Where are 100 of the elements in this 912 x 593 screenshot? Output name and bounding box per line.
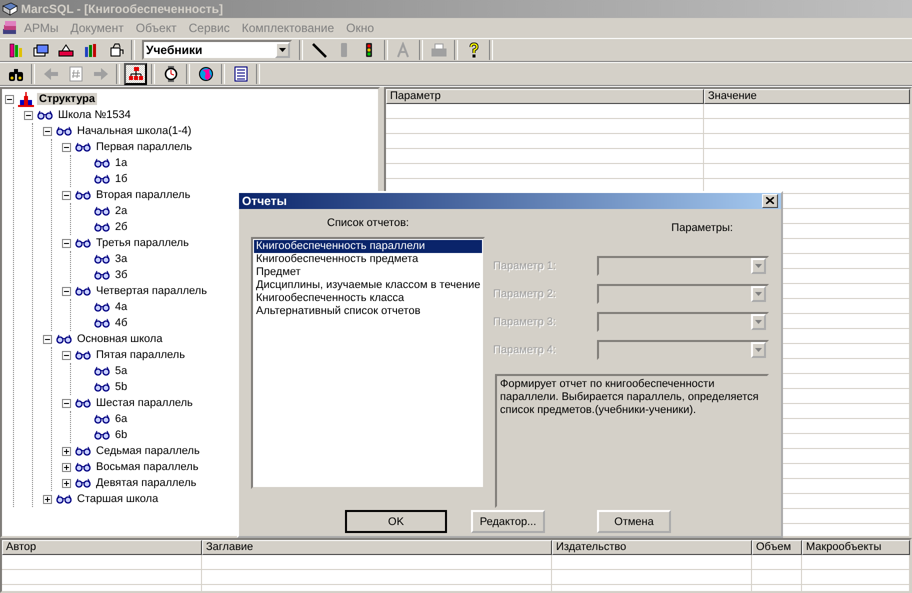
binoculars-icon [8,66,24,82]
column-header[interactable]: Заглавие [202,540,552,555]
font-icon [396,42,412,58]
column-header[interactable]: Значение [704,89,910,104]
collapse-icon[interactable] [62,238,71,248]
tree-item[interactable]: Четвертая параллель [94,285,209,297]
glasses-icon [75,446,91,456]
list-item[interactable]: Книгообеспеченность предмета [254,252,482,266]
app-icon [2,2,18,16]
list-item[interactable]: Книгообеспеченность класса [254,292,482,305]
collapse-icon[interactable] [24,110,33,120]
tree-item[interactable]: Пятая параллель [94,349,187,361]
glasses-icon [56,494,72,504]
collapse-icon[interactable] [5,94,14,104]
catalog-dropdown[interactable]: Учебники [142,40,292,60]
collapse-icon[interactable] [62,398,71,408]
hash-icon [68,66,84,82]
parameters-label: Параметры: [671,222,733,234]
tree-item[interactable]: 3а [113,253,130,265]
glasses-icon [94,254,110,264]
glasses-icon [75,238,91,248]
column-header[interactable]: Объем [752,540,802,555]
collapse-icon[interactable] [43,126,52,136]
column-header[interactable]: Автор [2,540,202,555]
list-item[interactable]: Дисциплины, изучаемые классом в течение [254,278,482,292]
glasses-icon [75,142,91,152]
expand-icon[interactable] [62,478,71,488]
tree-item[interactable]: 1а [113,157,130,169]
globe-icon [198,66,214,82]
list-item[interactable]: Альтернативный список отчетов [254,304,482,318]
glasses-icon [94,302,110,312]
dropdown-arrow-icon [279,48,286,52]
close-icon [766,197,774,204]
tree-item[interactable]: 6b [113,429,130,441]
glasses-icon [37,110,53,120]
collapse-icon[interactable] [62,350,71,360]
tree-item[interactable]: 2а [113,205,130,217]
form-icon [232,66,248,82]
tree-item[interactable]: Структура [37,93,97,105]
glasses-icon [75,190,91,200]
collapse-icon[interactable] [62,142,71,152]
hierarchy-icon [128,66,144,82]
dialog-button[interactable]: Отмена [597,510,671,534]
glasses-icon [94,366,110,376]
tree-item[interactable]: Начальная школа(1-4) [75,125,194,137]
expand-icon[interactable] [62,446,71,456]
dialog-button[interactable]: OK [345,510,447,534]
tree-item[interactable]: Школа №1534 [56,109,133,121]
tree-item[interactable]: 6а [113,413,130,425]
expand-icon[interactable] [62,462,71,472]
dialog-button[interactable]: Редактор... [471,510,545,534]
pen-icon [310,42,326,58]
books-icon[interactable] [2,20,18,36]
expand-icon[interactable] [43,494,52,504]
column-header[interactable]: Издательство [552,540,752,555]
glasses-icon [94,270,110,280]
tree-item[interactable]: Вторая параллель [94,189,192,201]
dialog-title: Отчеты [242,194,287,208]
list-item[interactable]: Книгообеспеченность параллели [254,240,482,253]
glasses-icon [94,414,110,424]
tree-item[interactable]: 2б [113,221,130,233]
tree-item[interactable]: 4а [113,301,130,313]
collapse-icon[interactable] [43,334,52,344]
dropdown-arrow-icon [755,292,762,296]
tree-item[interactable]: Девятая параллель [94,477,198,489]
glasses-icon [75,286,91,296]
books-icon [8,42,24,58]
collapse-icon[interactable] [62,286,71,296]
cards-icon [32,42,48,58]
glasses-icon [94,174,110,184]
tree-item[interactable]: 5b [113,381,130,393]
toolbar-button[interactable] [124,63,147,85]
tree-item[interactable]: Шестая параллель [94,397,195,409]
tree-item[interactable]: 4б [113,317,130,329]
tree-item[interactable]: Седьмая параллель [94,445,202,457]
glasses-icon [94,222,110,232]
window-title: MarcSQL - [Книгообеспеченность] [21,2,224,16]
tree-item[interactable]: 3б [113,269,130,281]
tree-item[interactable]: Восьмая параллель [94,461,200,473]
description-text: Формирует отчет по книгообеспеченности параллели. Выбирается параллель, определяется список предметов.(учебники-ученики). [500,378,760,417]
glasses-icon [75,478,91,488]
bookshelf-icon [82,42,98,58]
tree-item[interactable]: 1б [113,173,130,185]
tree-item[interactable]: Третья параллель [94,237,191,249]
collapse-icon[interactable] [62,190,71,200]
dropdown-arrow-icon [755,348,762,352]
column-header[interactable]: Параметр [386,89,704,104]
tree-item[interactable]: 5а [113,365,130,377]
list-item[interactable]: Предмет [254,266,482,279]
glasses-icon [94,382,110,392]
column-header[interactable]: Макрообъекты [802,540,910,555]
glasses-icon [56,126,72,136]
stamp-icon [58,42,74,58]
structure-icon [18,92,34,106]
tree-item[interactable]: Старшая школа [75,493,160,505]
close-button[interactable] [762,194,778,208]
glasses-icon [94,158,110,168]
tree-item[interactable]: Основная школа [75,333,164,345]
reports-list[interactable]: Книгообеспеченность параллели Книгообеспеченность предмета Предмет Дисциплины, изучаемые классом в течение Книгообеспеченность класса Альтернативный список отчетов [251,236,485,489]
tree-item[interactable]: Первая параллель [94,141,194,153]
